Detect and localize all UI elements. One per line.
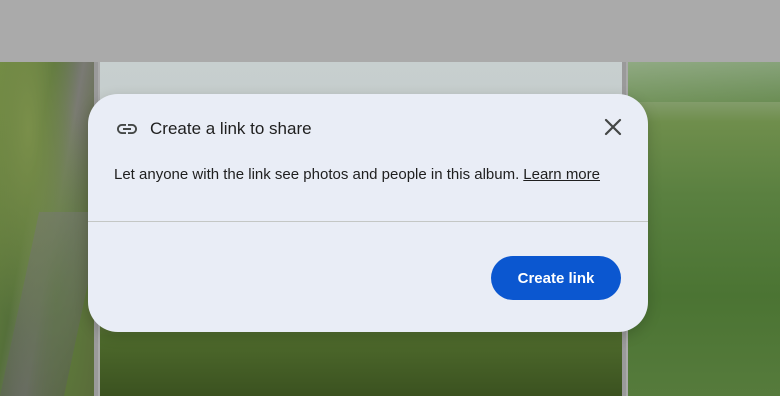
learn-more-link[interactable]: Learn more	[523, 166, 600, 183]
close-icon	[603, 117, 623, 142]
create-link-button[interactable]: Create link	[491, 256, 621, 300]
app-stage: Create a link to share Let anyone with t…	[0, 0, 780, 396]
dialog-divider	[88, 221, 648, 222]
dialog-header: Create a link to share	[114, 114, 628, 144]
dialog-title: Create a link to share	[150, 119, 312, 138]
link-icon	[114, 116, 140, 142]
album-photo-right[interactable]	[628, 62, 780, 396]
dialog-description-row: Let anyone with the link see photos and …	[114, 166, 628, 183]
share-link-dialog: Create a link to share Let anyone with t…	[88, 94, 648, 332]
album-photo-left[interactable]	[0, 62, 94, 396]
close-button[interactable]	[598, 114, 628, 144]
dialog-description: Let anyone with the link see photos and …	[114, 166, 520, 183]
